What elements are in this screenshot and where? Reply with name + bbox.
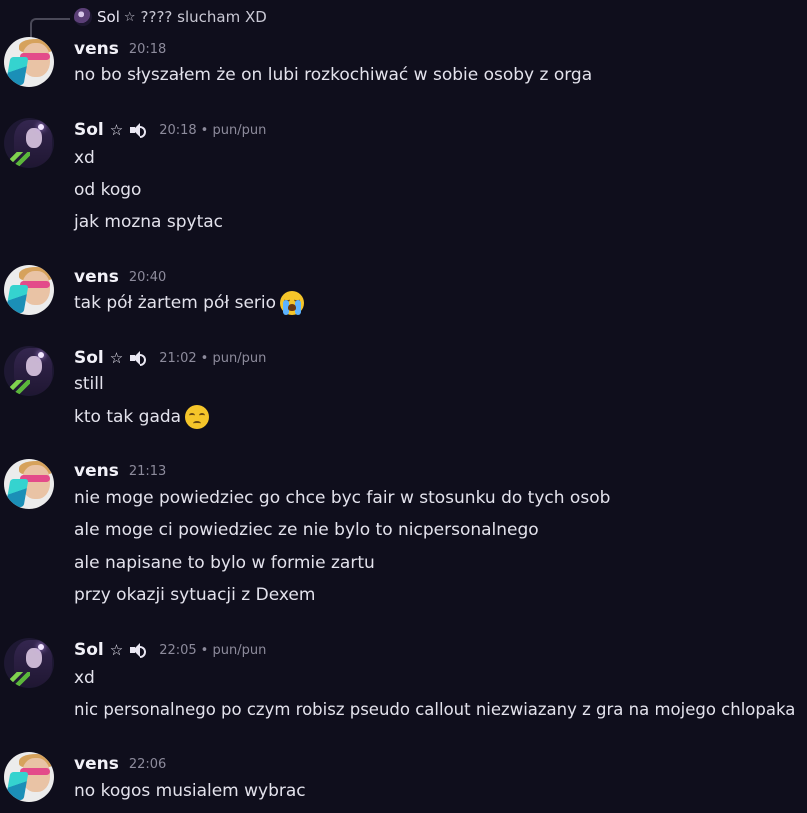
avatar[interactable] — [4, 346, 54, 396]
speaker-icon[interactable] — [129, 641, 149, 659]
message-header: vens 20:18 — [74, 37, 166, 61]
message-text: nie moge powiedziec go chce byc fair w s… — [74, 488, 611, 508]
face — [26, 128, 42, 148]
star-icon: ☆ — [109, 121, 124, 139]
author-name[interactable]: Sol — [74, 120, 104, 140]
avatar[interactable] — [4, 752, 54, 802]
face — [26, 356, 42, 376]
message-header: Sol ☆ 21:02 • pun/pun — [74, 346, 266, 370]
timestamp[interactable]: 20:18 — [129, 42, 166, 57]
timestamp[interactable]: 22:06 — [129, 757, 166, 772]
timestamp[interactable]: 21:13 — [129, 464, 166, 479]
message-line: kto tak gada — [74, 405, 210, 429]
message-header: Sol ☆ 20:18 • pun/pun — [74, 118, 266, 142]
grass — [4, 380, 30, 396]
pronoun-tag: • pun/pun — [200, 642, 267, 658]
message-group: Sol ☆ 22:05 • pun/pun xd nic personalneg… — [0, 638, 807, 728]
reply-author[interactable]: Sol — [97, 8, 120, 26]
badge-icon — [5, 57, 29, 85]
author-name[interactable]: Sol — [74, 348, 104, 368]
speaker-icon[interactable] — [129, 121, 149, 139]
author-name[interactable]: vens — [74, 39, 119, 59]
badge-icon — [5, 285, 29, 313]
reply-text[interactable]: ???? slucham XD — [141, 8, 267, 26]
sparkle — [38, 644, 44, 650]
grass — [4, 152, 30, 168]
reply-preview[interactable]: Sol ☆ ???? slucham XD — [74, 8, 267, 26]
message-header: vens 22:06 — [74, 752, 166, 776]
badge-icon — [5, 772, 29, 800]
pronoun-tag: • pun/pun — [200, 122, 267, 138]
message-group: vens 21:13 nie moge powiedziec go chce b… — [0, 459, 807, 609]
message-text: still — [74, 374, 104, 394]
sparkle — [38, 124, 44, 130]
speaker-icon[interactable] — [129, 349, 149, 367]
message-text: jak mozna spytac — [74, 212, 224, 232]
author-name[interactable]: vens — [74, 754, 119, 774]
pronoun-tag: • pun/pun — [200, 350, 267, 366]
timestamp[interactable]: 22:05 — [159, 643, 196, 658]
message-text: ale moge ci powiedziec ze nie bylo to ni… — [74, 520, 539, 540]
message-group: Sol ☆ 21:02 • pun/pun still kto tak gada — [0, 346, 807, 436]
message-line: tak pół żartem pół serio — [74, 291, 305, 315]
timestamp[interactable]: 20:40 — [129, 270, 166, 285]
message-group: vens 20:18 no bo słyszałem że on lubi ro… — [0, 37, 807, 97]
avatar[interactable] — [4, 265, 54, 315]
message-text: kto tak gada — [74, 407, 182, 427]
avatar[interactable] — [4, 459, 54, 509]
message-group: vens 22:06 no kogos musialem wybrac — [0, 752, 807, 812]
author-name[interactable]: vens — [74, 267, 119, 287]
message-text: ale napisane to bylo w formie zartu — [74, 553, 375, 573]
loudly-crying-face-emoji[interactable] — [280, 291, 305, 315]
message-text: od kogo — [74, 180, 142, 200]
grass — [4, 672, 30, 688]
message-text: nic personalnego po czym robisz pseudo c… — [74, 700, 796, 719]
pensive-face-emoji[interactable] — [185, 405, 210, 429]
timestamp[interactable]: 20:18 — [159, 123, 196, 138]
sparkle — [38, 352, 44, 358]
message-header: vens 20:40 — [74, 265, 166, 289]
timestamp[interactable]: 21:02 — [159, 351, 196, 366]
avatar[interactable] — [4, 638, 54, 688]
star-icon: ☆ — [123, 9, 136, 25]
message-header: Sol ☆ 22:05 • pun/pun — [74, 638, 266, 662]
badge-icon — [5, 479, 29, 507]
reply-avatar[interactable] — [74, 8, 92, 26]
avatar[interactable] — [4, 118, 54, 168]
star-icon: ☆ — [109, 641, 124, 659]
message-text: xd — [74, 148, 95, 168]
author-name[interactable]: Sol — [74, 640, 104, 660]
star-icon: ☆ — [109, 349, 124, 367]
message-text: no kogos musialem wybrac — [74, 781, 306, 801]
message-group: vens 20:40 tak pół żartem pół serio — [0, 265, 807, 325]
message-text: xd — [74, 668, 95, 688]
avatar[interactable] — [4, 37, 54, 87]
face — [26, 648, 42, 668]
chat-message-list: Sol ☆ ???? slucham XD vens 20:18 no bo s… — [0, 0, 807, 813]
author-name[interactable]: vens — [74, 461, 119, 481]
message-text: no bo słyszałem że on lubi rozkochiwać w… — [74, 65, 593, 85]
message-header: vens 21:13 — [74, 459, 166, 483]
message-group: Sol ☆ 20:18 • pun/pun xd od kogo jak moz… — [0, 118, 807, 238]
message-text: przy okazji sytuacji z Dexem — [74, 585, 316, 605]
message-text: tak pół żartem pół serio — [74, 293, 277, 313]
